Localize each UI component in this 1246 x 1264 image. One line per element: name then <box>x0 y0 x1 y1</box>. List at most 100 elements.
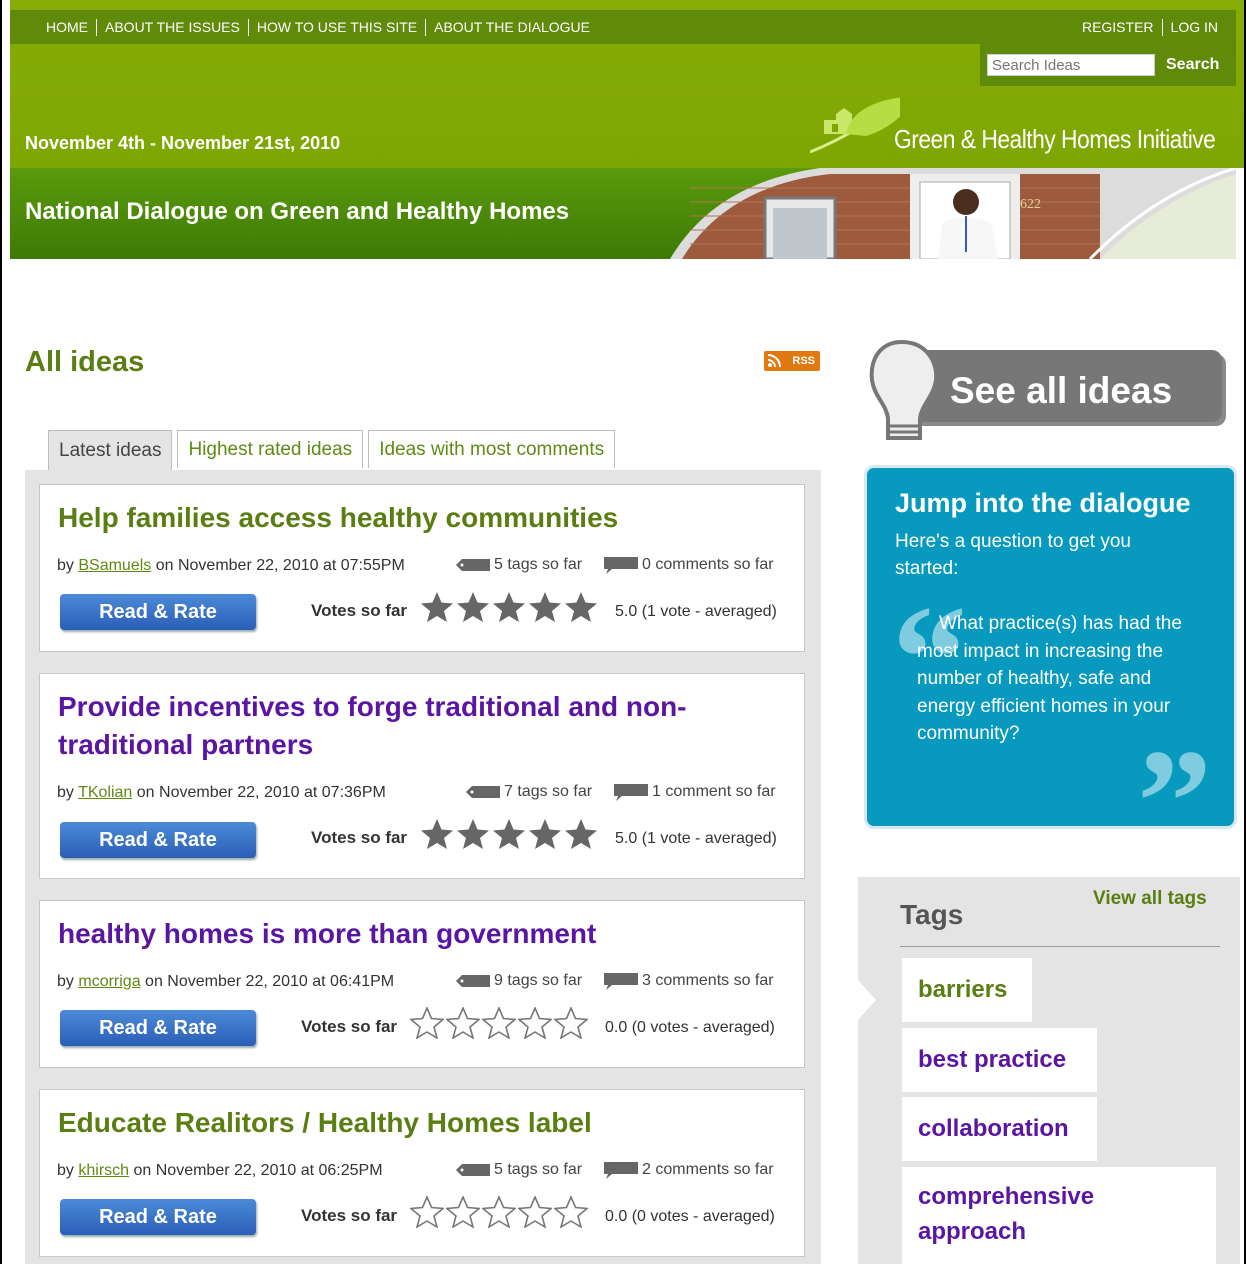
tag-count: 5 tags so far <box>456 1161 582 1179</box>
hero-banner: National Dialogue on Green and Healthy H… <box>10 168 1236 259</box>
author-link[interactable]: mcorriga <box>78 973 140 990</box>
read-rate-button[interactable]: Read & Rate <box>60 1199 256 1235</box>
idea-date: on November 22, 2010 at 07:36PM <box>136 784 386 801</box>
star-rating[interactable] <box>420 591 600 623</box>
comment-icon <box>604 1161 638 1179</box>
vote-score: 0.0 (0 votes - averaged) <box>605 1019 775 1036</box>
account-nav: REGISTER LOG IN <box>1074 10 1218 44</box>
star-icon[interactable] <box>492 591 526 623</box>
star-icon[interactable] <box>456 818 490 850</box>
comments-count-text: 0 comments so far <box>642 556 774 573</box>
comment-icon <box>604 556 638 574</box>
jump-title: Jump into the dialogue <box>895 488 1191 518</box>
author-link[interactable]: TKolian <box>78 784 132 801</box>
rss-icon <box>767 354 781 368</box>
star-icon[interactable] <box>410 1196 444 1228</box>
see-all-ideas-label: See all ideas <box>950 370 1173 411</box>
tag-best-practice[interactable]: best practice <box>902 1028 1097 1092</box>
votes-label: Votes so far <box>311 828 408 847</box>
tab-highest-rated[interactable]: Highest rated ideas <box>177 430 364 468</box>
comment-icon <box>614 783 648 801</box>
author-link[interactable]: khirsch <box>78 1162 129 1179</box>
idea-title[interactable]: healthy homes is more than government <box>58 915 778 953</box>
idea-title[interactable]: Provide incentives to forge traditional … <box>58 688 778 764</box>
dialogue-dates: November 4th - November 21st, 2010 <box>25 133 341 153</box>
star-icon[interactable] <box>456 591 490 623</box>
star-icon[interactable] <box>482 1007 516 1039</box>
idea-date: on November 22, 2010 at 06:41PM <box>145 973 395 990</box>
tag-icon <box>466 786 500 798</box>
star-icon[interactable] <box>518 1196 552 1228</box>
star-icon[interactable] <box>420 818 454 850</box>
read-rate-button[interactable]: Read & Rate <box>60 822 256 858</box>
nav-home[interactable]: HOME <box>38 19 96 35</box>
view-all-tags-link[interactable]: View all tags <box>1093 888 1207 910</box>
idea-date: on November 22, 2010 at 07:55PM <box>155 557 405 574</box>
page-title: All ideas <box>25 346 145 378</box>
tag-comprehensive-approach[interactable]: comprehensive approach <box>902 1167 1216 1264</box>
comments-count-text: 1 comment so far <box>652 783 776 800</box>
nav-how-to-use[interactable]: HOW TO USE THIS SITE <box>249 19 425 35</box>
rss-label: RSS <box>792 355 815 367</box>
star-icon[interactable] <box>564 818 598 850</box>
tags-divider <box>900 946 1220 947</box>
close-quote-icon: ” <box>1137 742 1212 812</box>
idea-card: Help families access healthy communities… <box>39 484 805 652</box>
vote-score: 5.0 (1 vote - averaged) <box>615 830 777 847</box>
star-icon[interactable] <box>554 1007 588 1039</box>
tag-barriers[interactable]: barriers <box>902 958 1032 1022</box>
star-rating[interactable] <box>420 818 600 850</box>
rss-badge[interactable]: RSS <box>764 351 820 371</box>
star-icon[interactable] <box>528 591 562 623</box>
jump-into-dialogue-panel: Jump into the dialogue Here's a question… <box>864 465 1237 829</box>
frame-border <box>0 0 2 1264</box>
search-input[interactable] <box>987 54 1155 76</box>
comments-count-text: 3 comments so far <box>642 972 774 989</box>
comment-count: 3 comments so far <box>604 972 774 990</box>
tags-count-text: 5 tags so far <box>494 556 583 573</box>
star-icon[interactable] <box>420 591 454 623</box>
tag-collaboration[interactable]: collaboration <box>902 1097 1097 1161</box>
tags-arrow-decoration <box>858 900 878 1250</box>
tab-latest-ideas[interactable]: Latest ideas <box>48 430 173 470</box>
tag-icon <box>456 1164 490 1176</box>
jump-question[interactable]: What practice(s) has had the most impact… <box>917 610 1197 748</box>
vote-score: 5.0 (1 vote - averaged) <box>615 603 777 620</box>
tab-most-comments[interactable]: Ideas with most comments <box>368 430 616 468</box>
idea-title[interactable]: Help families access healthy communities <box>58 499 778 537</box>
by-label: by <box>57 973 74 990</box>
star-icon[interactable] <box>518 1007 552 1039</box>
star-icon[interactable] <box>482 1196 516 1228</box>
star-icon[interactable] <box>564 591 598 623</box>
by-label: by <box>57 557 74 574</box>
author-link[interactable]: BSamuels <box>78 557 151 574</box>
login-link[interactable]: LOG IN <box>1163 19 1218 35</box>
house-leaf-icon <box>810 97 900 154</box>
star-icon[interactable] <box>446 1196 480 1228</box>
star-rating[interactable] <box>410 1196 590 1228</box>
tag-count: 5 tags so far <box>456 556 582 574</box>
register-link[interactable]: REGISTER <box>1074 19 1162 35</box>
nav-about-the-issues[interactable]: ABOUT THE ISSUES <box>97 19 248 35</box>
star-icon[interactable] <box>410 1007 444 1039</box>
read-rate-button[interactable]: Read & Rate <box>60 594 256 630</box>
star-icon[interactable] <box>492 818 526 850</box>
votes-label: Votes so far <box>301 1206 398 1225</box>
read-rate-button[interactable]: Read & Rate <box>60 1010 256 1046</box>
nav-about-the-dialogue[interactable]: ABOUT THE DIALOGUE <box>426 19 598 35</box>
primary-nav: HOME ABOUT THE ISSUES HOW TO USE THIS SI… <box>38 10 598 44</box>
svg-text:”: ” <box>1137 742 1212 812</box>
logo-wordmark: Green & Healthy Homes Initiative <box>894 124 1216 154</box>
search-button[interactable]: Search <box>1166 56 1219 74</box>
star-icon[interactable] <box>554 1196 588 1228</box>
star-rating[interactable] <box>410 1007 590 1039</box>
tags-count-text: 9 tags so far <box>494 972 583 989</box>
tags-title: Tags <box>900 899 964 930</box>
top-navigation: HOME ABOUT THE ISSUES HOW TO USE THIS SI… <box>10 10 1236 44</box>
idea-card: Educate Realitors / Healthy Homes label … <box>39 1089 805 1257</box>
idea-title[interactable]: Educate Realitors / Healthy Homes label <box>58 1104 778 1142</box>
tags-count-text: 5 tags so far <box>494 1161 583 1178</box>
site-logo[interactable]: Green & Healthy Homes Initiative <box>810 94 1240 164</box>
star-icon[interactable] <box>446 1007 480 1039</box>
star-icon[interactable] <box>528 818 562 850</box>
